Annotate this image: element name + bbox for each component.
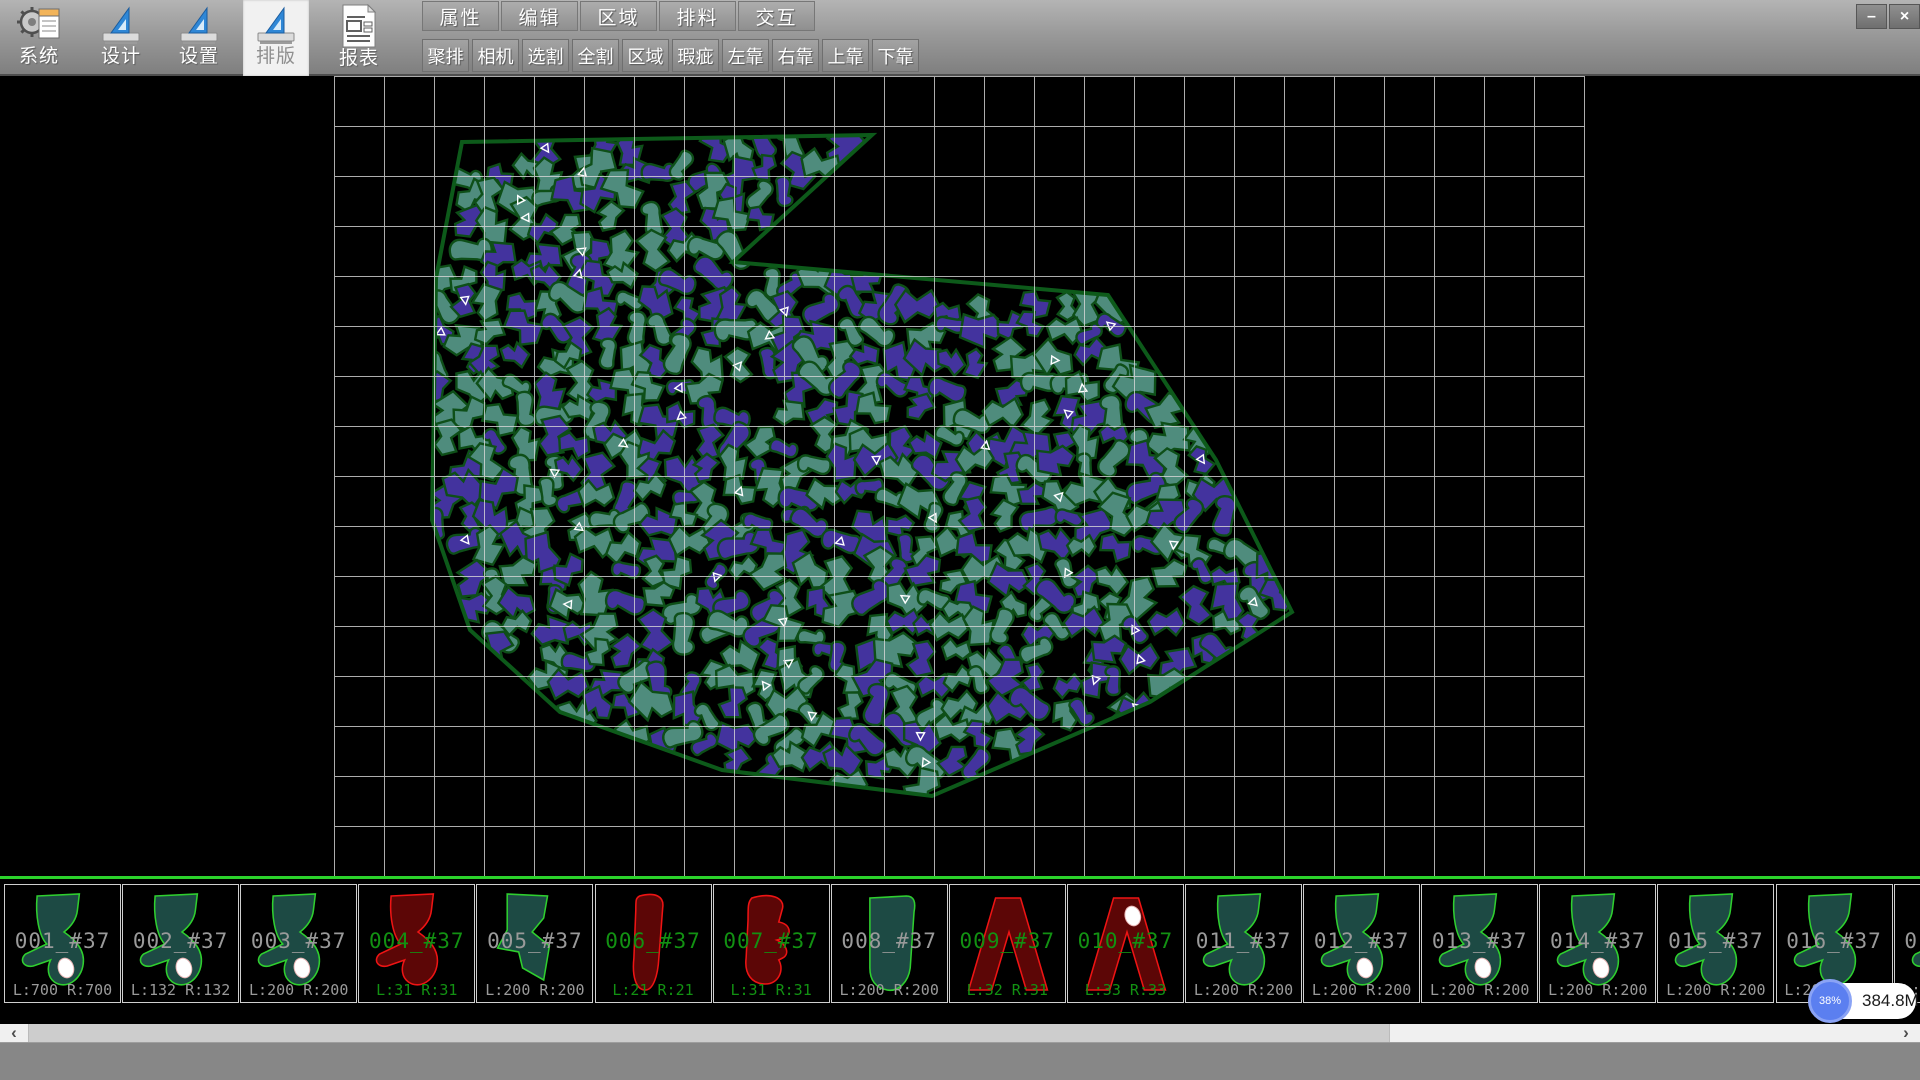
part-thumbnail-013_#37[interactable]: 013_#37 L:200 R:200: [1421, 884, 1538, 1003]
thumbnail-strip-divider: [0, 876, 1920, 879]
part-id-label: 001_#37: [5, 929, 120, 953]
part-id-label: 012_#37: [1304, 929, 1419, 953]
part-lr-count: L:200 R:200: [1304, 981, 1419, 999]
part-id-label: 002_#37: [123, 929, 238, 953]
app-button-label: 系统: [6, 46, 72, 68]
part-id-label: 011_#37: [1186, 929, 1301, 953]
app-button-label: 设置: [166, 46, 232, 68]
tool-button-snap-left[interactable]: 左靠: [722, 39, 769, 72]
memory-value: 384.8M: [1862, 991, 1919, 1011]
tool-button-snap-down[interactable]: 下靠: [872, 39, 919, 72]
tool-button-cluster-nest[interactable]: 聚排: [422, 39, 469, 72]
part-lr-count: L:200 R:200: [1658, 981, 1773, 999]
tool-button-camera[interactable]: 相机: [472, 39, 519, 72]
part-thumbnail-005_#37[interactable]: 005_#37 L:200 R:200: [476, 884, 593, 1003]
menu-tab-interaction[interactable]: 交互: [738, 1, 815, 31]
part-thumbnail-009_#37[interactable]: 009_#37 L:32 R:31: [949, 884, 1066, 1003]
part-id-label: 010_#37: [1068, 929, 1183, 953]
part-id-label: 013_#37: [1422, 929, 1537, 953]
part-thumbnail-014_#37[interactable]: 014_#37 L:200 R:200: [1539, 884, 1656, 1003]
part-lr-count: L:200 R:200: [1540, 981, 1655, 999]
tool-button-defect[interactable]: 瑕疵: [672, 39, 719, 72]
settings-ruler-icon: [166, 4, 232, 46]
part-id-label: 004_#37: [359, 929, 474, 953]
part-id-label: 014_#37: [1540, 929, 1655, 953]
thumbnail-scrollbar[interactable]: ‹ ›: [0, 1024, 1920, 1042]
part-id-label: 007_#37: [714, 929, 829, 953]
part-lr-count: L:200 R:200: [477, 981, 592, 999]
design-ruler-icon: [88, 4, 154, 46]
app-button-layout[interactable]: 排版: [243, 0, 309, 76]
part-lr-count: L:200 R:200: [241, 981, 356, 999]
part-thumbnail-010_#37[interactable]: 010_#37 L:33 R:33: [1067, 884, 1184, 1003]
scroll-right-icon[interactable]: ›: [1892, 1024, 1920, 1042]
part-lr-count: L:132 R:132: [123, 981, 238, 999]
menu-tab-properties[interactable]: 属性: [422, 1, 499, 31]
toolbar: 系统设计设置排版报表 属性编辑区域排料交互 聚排相机选割全割区域瑕疵左靠右靠上靠…: [0, 0, 1920, 76]
report-doc-icon: [326, 4, 392, 48]
tool-button-snap-right[interactable]: 右靠: [772, 39, 819, 72]
part-lr-count: L:32 R:31: [950, 981, 1065, 999]
status-bar: [0, 1042, 1920, 1080]
part-lr-count: L:33 R:33: [1068, 981, 1183, 999]
part-thumbnail-001_#37[interactable]: 001_#37 L:700 R:700: [4, 884, 121, 1003]
menu-tab-region[interactable]: 区域: [580, 1, 657, 31]
part-lr-count: L:200 R:200: [1186, 981, 1301, 999]
part-id-label: 008_#37: [832, 929, 947, 953]
tool-button-cut-all[interactable]: 全割: [572, 39, 619, 72]
part-id-label: 015_#37: [1658, 929, 1773, 953]
tool-button-region[interactable]: 区域: [622, 39, 669, 72]
app-button-design[interactable]: 设计: [88, 0, 154, 76]
part-lr-count: L:21 R:21: [596, 981, 711, 999]
app-button-report[interactable]: 报表: [326, 0, 392, 76]
part-id-label: 017_#37: [1895, 929, 1920, 953]
part-id-label: 006_#37: [596, 929, 711, 953]
part-lr-count: L:31 R:31: [359, 981, 474, 999]
layout-ruler-icon: [243, 4, 309, 46]
part-thumbnail-004_#37[interactable]: 004_#37 L:31 R:31: [358, 884, 475, 1003]
part-thumbnail-008_#37[interactable]: 008_#37 L:200 R:200: [831, 884, 948, 1003]
app-button-label: 报表: [326, 48, 392, 70]
memory-badge: 38% 384.8M: [1812, 983, 1916, 1019]
part-thumbnail-011_#37[interactable]: 011_#37 L:200 R:200: [1185, 884, 1302, 1003]
part-thumbnail-012_#37[interactable]: 012_#37 L:200 R:200: [1303, 884, 1420, 1003]
scrollbar-thumb[interactable]: [28, 1024, 1390, 1042]
part-lr-count: L:700 R:700: [5, 981, 120, 999]
close-button[interactable]: ×: [1889, 4, 1920, 29]
scroll-left-icon[interactable]: ‹: [0, 1024, 28, 1042]
app-button-system[interactable]: 系统: [6, 0, 72, 76]
app-button-settings[interactable]: 设置: [166, 0, 232, 76]
part-id-label: 003_#37: [241, 929, 356, 953]
app-button-label: 排版: [243, 46, 309, 68]
part-id-label: 009_#37: [950, 929, 1065, 953]
part-thumbnail-002_#37[interactable]: 002_#37 L:132 R:132: [122, 884, 239, 1003]
part-thumbnail-006_#37[interactable]: 006_#37 L:21 R:21: [595, 884, 712, 1003]
part-thumbnail-007_#37[interactable]: 007_#37 L:31 R:31: [713, 884, 830, 1003]
part-id-label: 016_#37: [1777, 929, 1892, 953]
tool-button-snap-up[interactable]: 上靠: [822, 39, 869, 72]
progress-circle: 38%: [1808, 979, 1852, 1023]
menu-tab-nesting[interactable]: 排料: [659, 1, 736, 31]
minimize-button[interactable]: –: [1856, 4, 1887, 29]
menu-tab-edit[interactable]: 编辑: [501, 1, 578, 31]
part-lr-count: L:200 R:200: [832, 981, 947, 999]
part-thumbnail-003_#37[interactable]: 003_#37 L:200 R:200: [240, 884, 357, 1003]
part-lr-count: L:31 R:31: [714, 981, 829, 999]
app-button-label: 设计: [88, 46, 154, 68]
tool-button-select-cut[interactable]: 选割: [522, 39, 569, 72]
part-id-label: 005_#37: [477, 929, 592, 953]
part-thumbnail-015_#37[interactable]: 015_#37 L:200 R:200: [1657, 884, 1774, 1003]
system-gear-icon: [6, 4, 72, 46]
part-lr-count: L:200 R:200: [1422, 981, 1537, 999]
